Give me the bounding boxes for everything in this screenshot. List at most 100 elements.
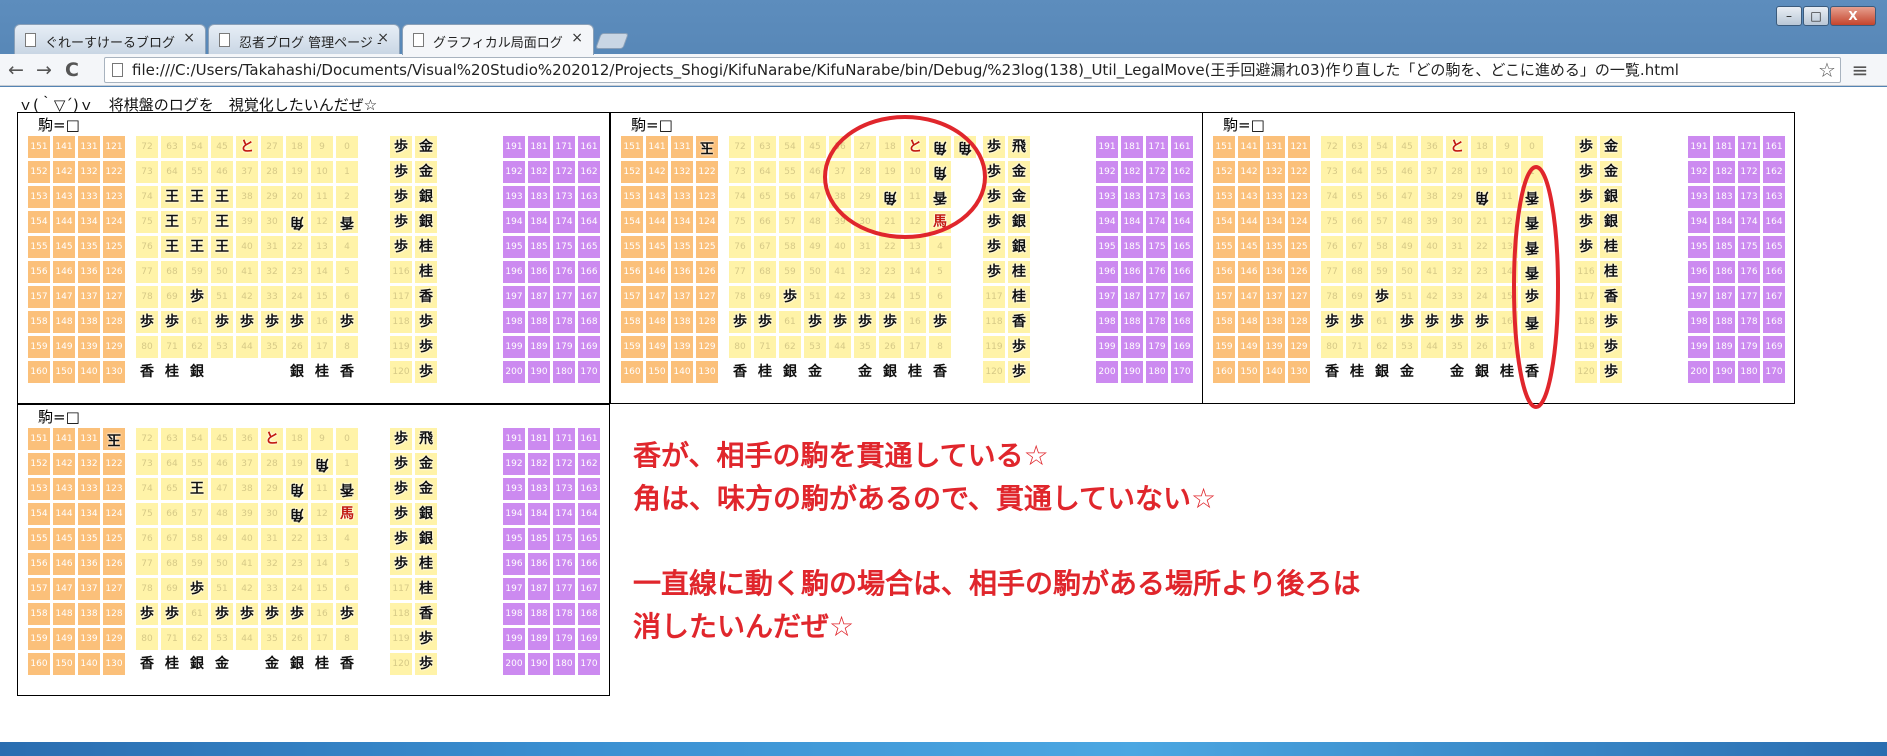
board-cell: 74 xyxy=(1321,186,1343,208)
board-cell: 123 xyxy=(696,186,718,208)
board-cell: 50 xyxy=(1396,261,1418,283)
board-cell: 22 xyxy=(286,528,308,550)
board-cell: 銀 xyxy=(879,361,901,383)
shogi-piece: 歩 xyxy=(987,239,1001,255)
board-cell: 169 xyxy=(578,336,600,358)
board-cell: 歩 xyxy=(186,578,208,600)
close-window-button[interactable]: X xyxy=(1830,6,1876,26)
board-cell: 193 xyxy=(503,186,525,208)
board-cell: 8 xyxy=(1521,336,1543,358)
board-cell: 角 xyxy=(286,503,308,525)
board-cell: 50 xyxy=(804,261,826,283)
address-bar[interactable]: file:///C:/Users/Takahashi/Documents/Vis… xyxy=(104,57,1841,83)
board-cell: 126 xyxy=(103,553,125,575)
shogi-piece: 金 xyxy=(1604,164,1618,180)
board-cell: 桂 xyxy=(415,553,437,575)
board-cell: 121 xyxy=(103,136,125,158)
browser-window: ぐれーすけーるブログ × 忍者ブログ 管理ページ - × グラフィカル局面ログ … xyxy=(0,0,1887,756)
board-cell: 68 xyxy=(161,261,183,283)
board-cell: 68 xyxy=(1346,261,1368,283)
bookmark-star-icon[interactable]: ☆ xyxy=(1815,58,1839,82)
shogi-piece: 王 xyxy=(190,239,204,255)
board-cell: 12 xyxy=(904,211,926,233)
board-cell: 141 xyxy=(646,136,668,158)
board-cell: 歩 xyxy=(1521,286,1543,308)
board-cell: 32 xyxy=(1446,261,1468,283)
board-cell: 42 xyxy=(236,578,258,600)
board-cell: 145 xyxy=(53,528,75,550)
board-cell: 190 xyxy=(528,361,550,383)
board-cell: 168 xyxy=(1171,311,1193,333)
board-cell: 28 xyxy=(854,161,876,183)
board-cell: 161 xyxy=(1763,136,1785,158)
shogi-piece: 歩 xyxy=(394,189,408,205)
forward-icon[interactable]: → xyxy=(32,58,56,82)
board-cell: 9 xyxy=(311,428,333,450)
board-cell: 72 xyxy=(729,136,751,158)
board-cell: 23 xyxy=(1471,261,1493,283)
board-cell: 39 xyxy=(1421,211,1443,233)
board-cell: 138 xyxy=(78,311,100,333)
board-cell: 31 xyxy=(854,236,876,258)
shogi-piece: 歩 xyxy=(419,656,433,672)
board-cell: 73 xyxy=(1321,161,1343,183)
board-cell: 118 xyxy=(390,603,412,625)
tab-blog[interactable]: ぐれーすけーるブログ × xyxy=(14,24,206,54)
board-cell: 160 xyxy=(28,361,50,383)
board-cell: 150 xyxy=(646,361,668,383)
board-cell: 131 xyxy=(1263,136,1285,158)
board-cell: 76 xyxy=(729,236,751,258)
board-cell: 78 xyxy=(1321,286,1343,308)
board-cell: 173 xyxy=(1738,186,1760,208)
minimize-button[interactable]: – xyxy=(1776,6,1802,26)
board-cell: 13 xyxy=(311,528,333,550)
tab-close-icon[interactable]: × xyxy=(571,30,583,46)
board-cell: 56 xyxy=(1371,186,1393,208)
board-cell: 50 xyxy=(211,553,233,575)
shogi-piece: 歩 xyxy=(1012,364,1026,380)
board-cell: 167 xyxy=(1763,286,1785,308)
board-cell: 154 xyxy=(621,211,643,233)
board-cell: 歩 xyxy=(186,286,208,308)
tab-close-icon[interactable]: × xyxy=(183,30,195,46)
board-cell: 157 xyxy=(28,286,50,308)
board-cell: 香 xyxy=(136,653,158,675)
shogi-piece: 銀 xyxy=(883,364,897,380)
shogi-piece: 桂 xyxy=(1012,264,1026,280)
board-cell: 37 xyxy=(236,161,258,183)
menu-icon[interactable]: ≡ xyxy=(1848,58,1872,82)
board-cell: 金 xyxy=(415,161,437,183)
board-cell: 42 xyxy=(236,286,258,308)
board-cell: 9 xyxy=(1496,136,1518,158)
shogi-piece: 歩 xyxy=(394,139,408,155)
shogi-piece: 香 xyxy=(340,364,354,380)
board-cell: 47 xyxy=(211,478,233,500)
tab-close-icon[interactable]: × xyxy=(377,30,389,46)
annotation-line-1: 香が、相手の駒を貫通している☆ xyxy=(633,439,1049,472)
shogi-piece: 香 xyxy=(1525,264,1539,280)
maximize-button[interactable]: □ xyxy=(1803,6,1829,26)
board-cell: 18 xyxy=(286,136,308,158)
tab-ninja-admin[interactable]: 忍者ブログ 管理ページ - × xyxy=(208,24,400,54)
shogi-piece: 歩 xyxy=(987,164,1001,180)
board-cell: 18 xyxy=(879,136,901,158)
tab-graphical-log[interactable]: グラフィカル局面ログ × xyxy=(402,24,594,55)
board-cell: 140 xyxy=(1263,361,1285,383)
board-cell: 36 xyxy=(1421,136,1443,158)
board-cell: 139 xyxy=(1263,336,1285,358)
shogi-piece: 王 xyxy=(215,214,229,230)
board-cell: 12 xyxy=(311,211,333,233)
board-cell: 飛 xyxy=(1008,136,1030,158)
shogi-piece: 香 xyxy=(140,656,154,672)
new-tab-button[interactable] xyxy=(595,33,629,49)
board-cell: 129 xyxy=(103,336,125,358)
board-cell: 185 xyxy=(1121,236,1143,258)
board-cell: 30 xyxy=(1446,211,1468,233)
back-icon[interactable]: ← xyxy=(4,58,28,82)
board-cell: 歩 xyxy=(261,311,283,333)
shogi-piece: 銀 xyxy=(290,656,304,672)
reload-icon[interactable]: C xyxy=(60,58,84,82)
toolbar: ← → C file:///C:/Users/Takahashi/Documen… xyxy=(0,54,1887,86)
board-cell: 183 xyxy=(528,478,550,500)
board-cell: 歩 xyxy=(879,311,901,333)
